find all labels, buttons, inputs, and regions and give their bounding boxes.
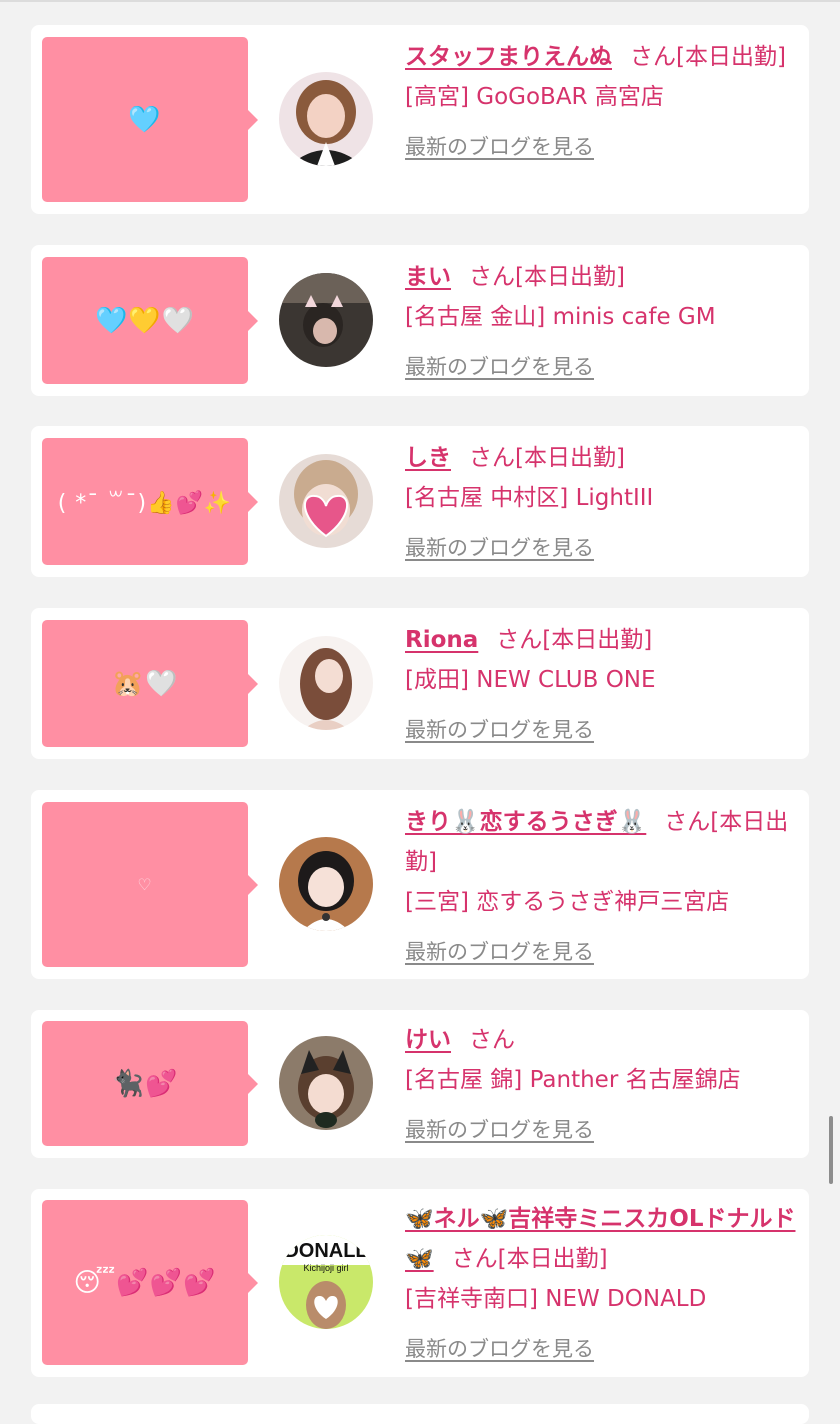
girl-suffix: さん[本日出勤] (451, 1246, 608, 1272)
avatar[interactable] (279, 72, 373, 166)
blog-card[interactable]: 🐹🤍 Riona さん[本日出勤] [成田] NEW CLUB ONE 最新のブロ… (31, 608, 809, 759)
avatar[interactable]: DONALL Kichijoji girl (279, 1235, 373, 1329)
girl-suffix: さん (469, 1027, 515, 1053)
comment-bubble: ( *¯ ꒳¯)👍💕✨ (42, 438, 258, 565)
shop-name: [成田] NEW CLUB ONE (405, 667, 656, 693)
avatar-photo (279, 1036, 373, 1130)
girl-suffix: さん[本日出勤] (630, 44, 786, 70)
blog-card[interactable]: ♡ きり🐰恋するうさぎ🐰 さん[本日出勤] [三宮] 恋するうさぎ神戸三宮店 最新… (31, 790, 809, 979)
entry-info: スタッフまりえんぬ さん[本日出勤] [高宮] GoGoBAR 高宮店 最新のブロ… (405, 37, 797, 167)
blog-card[interactable]: 😴💕💕💕 DONALL Kichijoji girl 🦋ネル🦋吉祥寺ミニスカOL… (31, 1189, 809, 1377)
latest-blog-link[interactable]: 最新のブログを見る (405, 710, 797, 750)
avatar-photo: DONALL Kichijoji girl (279, 1235, 373, 1329)
latest-blog-link[interactable]: 最新のブログを見る (405, 932, 797, 972)
comment-bubble: 🩵 (42, 37, 258, 202)
girl-name-link[interactable]: Riona (405, 627, 478, 653)
girl-name-link[interactable]: スタッフまりえんぬ (405, 44, 612, 70)
comment-bubble: 🐈‍⬛💕 (42, 1021, 258, 1146)
comment-text: 🩵 (128, 104, 162, 135)
blog-card[interactable]: 🩵💛🤍 まい さん[本日出勤] [名古屋 金山] minis cafe GM 最新… (31, 245, 809, 396)
avatar[interactable] (279, 837, 373, 931)
avatar[interactable] (279, 636, 373, 730)
avatar-photo (279, 72, 373, 166)
girl-name-link[interactable]: しき (405, 445, 451, 471)
comment-text: ♡ (137, 875, 153, 894)
avatar-photo (279, 636, 373, 730)
blog-card[interactable]: 🩵 スタッフまりえんぬ さん[本日出勤] [高宮] GoGoBAR 高宮店 最新の… (31, 25, 809, 214)
avatar[interactable] (279, 1036, 373, 1130)
entry-info: 🦋ネル🦋吉祥寺ミニスカOLドナルド🦋 さん[本日出勤] [吉祥寺南口] NEW D… (405, 1199, 797, 1369)
girl-name-link[interactable]: きり🐰恋するうさぎ🐰 (405, 809, 646, 835)
girl-suffix: さん[本日出勤] (469, 264, 625, 290)
comment-bubble: 😴💕💕💕 (42, 1200, 258, 1365)
shop-name: [吉祥寺南口] NEW DONALD (405, 1286, 707, 1312)
girl-suffix: さん[本日出勤] (469, 445, 625, 471)
avatar-logo-subtext: Kichijoji girl (303, 1263, 348, 1273)
entry-info: しき さん[本日出勤] [名古屋 中村区] LightIII 最新のブログを見る (405, 438, 797, 568)
girl-suffix: さん[本日出勤] (496, 627, 653, 653)
entry-info: Riona さん[本日出勤] [成田] NEW CLUB ONE 最新のブログを見… (405, 620, 797, 750)
avatar-photo (279, 837, 373, 931)
entry-info: けい さん [名古屋 錦] Panther 名古屋錦店 最新のブログを見る (405, 1020, 797, 1150)
shop-name: [名古屋 錦] Panther 名古屋錦店 (405, 1067, 741, 1093)
comment-text: 🐈‍⬛💕 (111, 1068, 179, 1099)
avatar[interactable] (279, 454, 373, 548)
latest-blog-link[interactable]: 最新のブログを見る (405, 1329, 797, 1369)
latest-blog-link[interactable]: 最新のブログを見る (405, 347, 797, 387)
girl-name-link[interactable]: まい (405, 264, 451, 290)
comment-text: 🩵💛🤍 (94, 305, 196, 336)
blog-card[interactable]: 🐈‍⬛💕 けい さん [名古屋 錦] Panther 名古屋錦店 最新のブログを見… (31, 1010, 809, 1158)
girl-name-link[interactable]: けい (405, 1027, 451, 1053)
latest-blog-link[interactable]: 最新のブログを見る (405, 1110, 797, 1150)
blog-card-partial (31, 1404, 809, 1424)
shop-name: [三宮] 恋するうさぎ神戸三宮店 (405, 889, 730, 915)
entry-info: まい さん[本日出勤] [名古屋 金山] minis cafe GM 最新のブログ… (405, 257, 797, 387)
latest-blog-link[interactable]: 最新のブログを見る (405, 528, 797, 568)
comment-bubble: 🐹🤍 (42, 620, 258, 747)
comment-text: 😴💕💕💕 (73, 1267, 217, 1298)
comment-text: ( *¯ ꒳¯)👍💕✨ (57, 491, 233, 516)
entry-info: きり🐰恋するうさぎ🐰 さん[本日出勤] [三宮] 恋するうさぎ神戸三宮店 最新のブ… (405, 802, 797, 972)
comment-bubble: ♡ (42, 802, 258, 967)
comment-bubble: 🩵💛🤍 (42, 257, 258, 384)
blog-card[interactable]: ( *¯ ꒳¯)👍💕✨ しき さん[本日出勤] [名古屋 中村区] LightII… (31, 426, 809, 577)
shop-name: [名古屋 金山] minis cafe GM (405, 304, 716, 330)
scrollbar[interactable] (829, 1116, 833, 1184)
shop-name: [名古屋 中村区] LightIII (405, 485, 654, 511)
avatar-logo-text: DONALL (284, 1240, 367, 1262)
avatar[interactable] (279, 273, 373, 367)
latest-blog-link[interactable]: 最新のブログを見る (405, 127, 797, 167)
avatar-photo (279, 273, 373, 367)
shop-name: [高宮] GoGoBAR 高宮店 (405, 84, 664, 110)
top-divider (0, 0, 840, 2)
avatar-photo (279, 454, 373, 548)
comment-text: 🐹🤍 (111, 668, 179, 699)
